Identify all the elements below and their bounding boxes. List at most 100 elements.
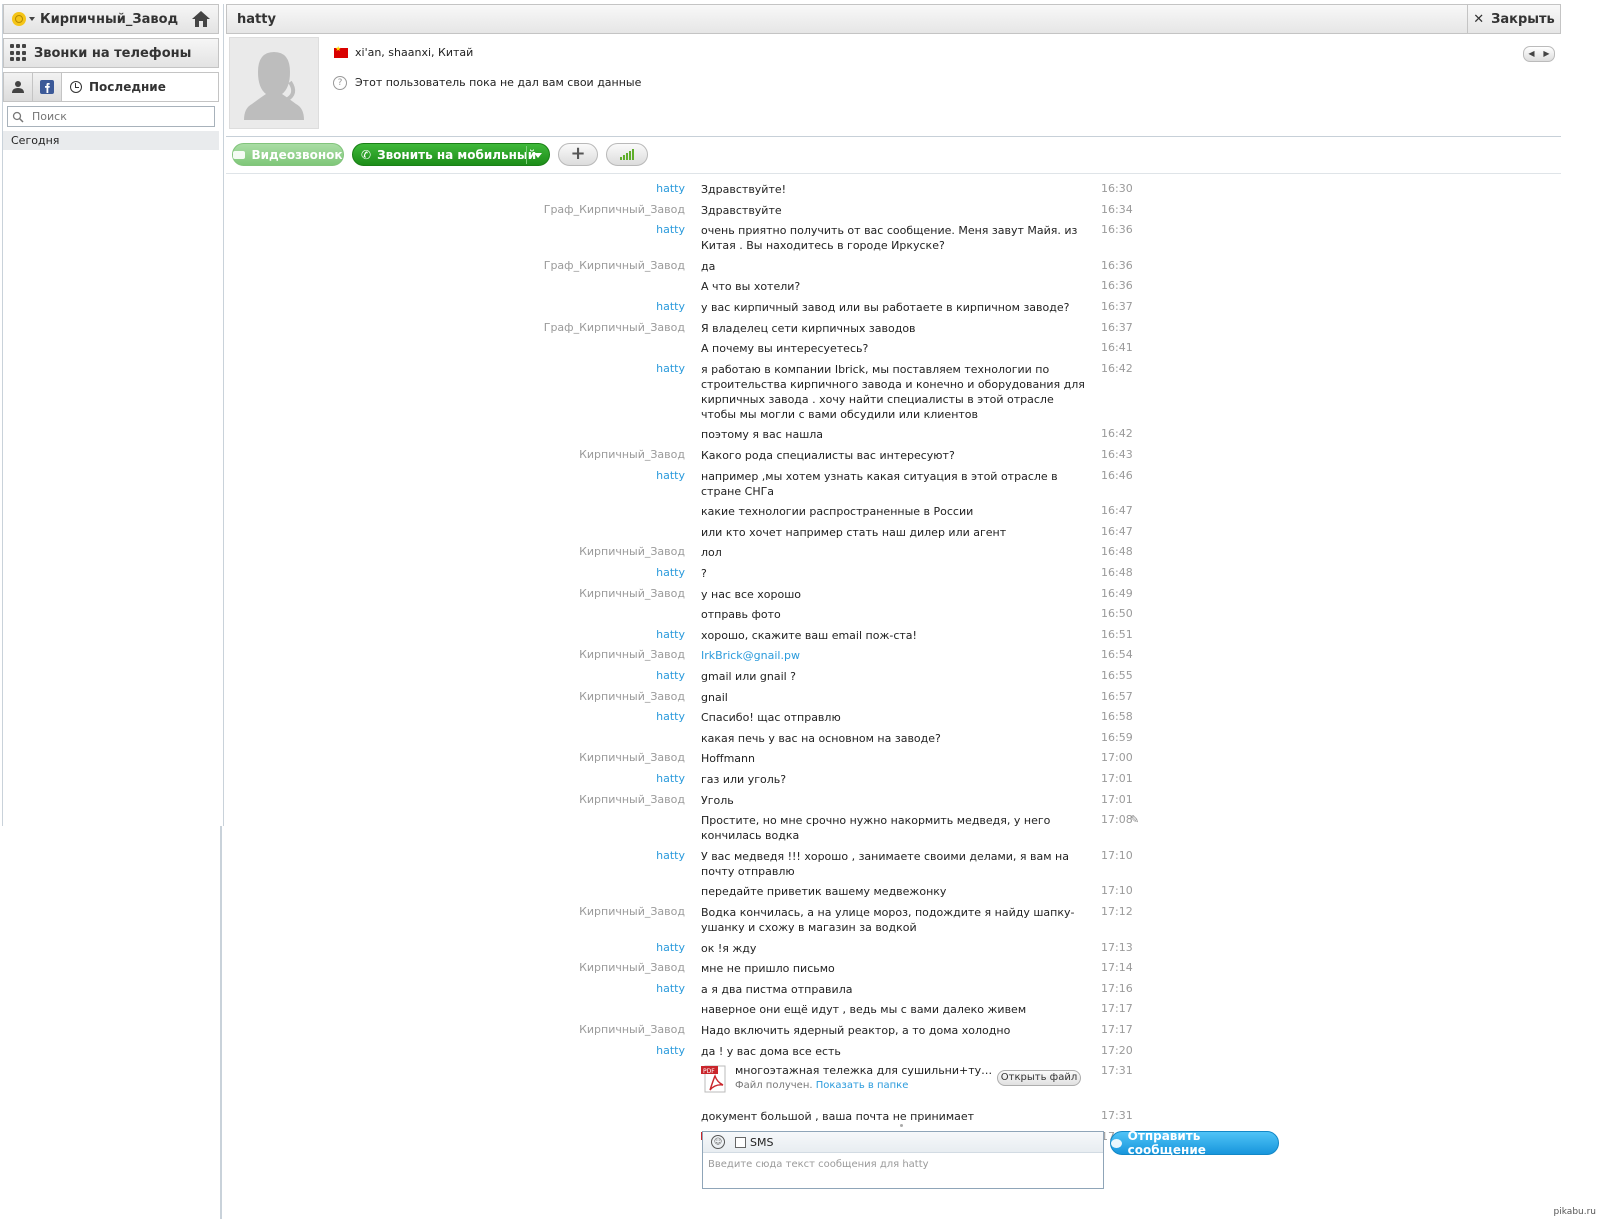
message-input[interactable]: Введите сюда текст сообщения для hatty	[703, 1153, 1103, 1176]
arrow-left-icon[interactable]: ◀	[1524, 47, 1539, 61]
message-text: Простите, но мне срочно нужно накормить …	[701, 814, 1051, 843]
emoticon-icon[interactable]: ☺	[711, 1135, 725, 1149]
message-sender[interactable]: Кирпичный_Завод	[485, 448, 685, 461]
composer-toolbar: ☺ SMS	[703, 1132, 1103, 1153]
message-text: IrkBrick@gnail.pw	[701, 648, 1086, 663]
show-in-folder-link[interactable]: Показать в папке	[816, 1080, 909, 1091]
message-sender[interactable]: hatty	[485, 669, 685, 682]
search-box	[7, 106, 215, 127]
message-sender[interactable]: hatty	[485, 469, 685, 482]
open-file-button[interactable]: Открыть файл	[997, 1070, 1081, 1087]
add-button[interactable]: +	[558, 143, 598, 166]
tab-contacts[interactable]	[4, 73, 33, 101]
message-time: 17:13	[1101, 940, 1133, 954]
message-sender[interactable]: Кирпичный_Завод	[485, 587, 685, 600]
message-text: Здравствуйте!	[701, 183, 787, 196]
call-quality-button[interactable]	[606, 143, 648, 166]
video-call-button[interactable]: Видеозвонок	[232, 143, 344, 166]
message-text: Спасибо! щас отправлю	[701, 711, 841, 725]
message-time: 16:46	[1101, 468, 1133, 482]
message-time: 17:16	[1101, 981, 1133, 995]
message-sender[interactable]: Кирпичный_Завод	[485, 648, 685, 661]
close-icon: ✕	[1473, 11, 1485, 27]
resize-handle-icon[interactable]	[900, 1124, 903, 1127]
edit-pencil-icon[interactable]: ✎	[1130, 813, 1139, 826]
message-time: 17:00	[1101, 751, 1133, 765]
message-sender[interactable]: hatty	[485, 300, 685, 313]
message-sender[interactable]: Кирпичный_Завод	[485, 1023, 685, 1036]
message-sender[interactable]: hatty	[485, 710, 685, 723]
message-time: 16:37	[1101, 300, 1133, 313]
clock-icon	[70, 81, 82, 93]
message-text: Надо включить ядерный реактор, а то дома…	[701, 1024, 1011, 1037]
message-text: ?	[701, 567, 707, 580]
message-sender[interactable]: hatty	[485, 566, 685, 579]
contact-name[interactable]: hatty	[237, 12, 276, 27]
send-message-button[interactable]: Отправить сообщение	[1110, 1129, 1279, 1157]
conversation-pane: hatty ✕ Закрыть xi'an, shaanxi, Китай ? …	[226, 4, 1562, 1219]
message-sender[interactable]: Кирпичный_Завод	[485, 793, 685, 806]
message-text: у вас кирпичный завод или вы работаете в…	[701, 301, 1070, 314]
conversation-header: hatty ✕ Закрыть	[226, 4, 1561, 34]
message-sender[interactable]: Граф_Кирпичный_Завод	[485, 259, 685, 272]
message-sender[interactable]: Граф_Кирпичный_Завод	[485, 321, 685, 334]
message-time: 17:17	[1101, 1002, 1133, 1016]
message-sender[interactable]: hatty	[485, 849, 685, 862]
tab-facebook[interactable]	[33, 73, 62, 101]
message-time: 16:34	[1101, 202, 1133, 216]
message-sender[interactable]: Граф_Кирпичный_Завод	[485, 203, 685, 216]
message-text: какие технологии распространенные в Росс…	[701, 505, 974, 519]
message-sender[interactable]: hatty	[485, 182, 685, 195]
email-link[interactable]: IrkBrick@gnail.pw	[701, 649, 800, 662]
message-time: 17:31	[1101, 1064, 1133, 1078]
close-button[interactable]: ✕ Закрыть	[1467, 5, 1560, 33]
message-text: например ,мы хотем узнать какая ситуация…	[701, 469, 1058, 498]
message-text: лол	[701, 546, 722, 560]
call-phones-button[interactable]: Звонки на телефоны	[3, 38, 219, 68]
facebook-icon	[40, 80, 54, 94]
account-username[interactable]: Кирпичный_Завод	[40, 12, 190, 27]
file-name[interactable]: многоэтажная тележка для сушильни+туннел…	[735, 1064, 997, 1077]
message-time: 17:08	[1101, 813, 1133, 827]
message-text: Уголь	[701, 793, 734, 807]
message-sender[interactable]: hatty	[485, 941, 685, 954]
profile-nav[interactable]: ◀ ▶	[1523, 46, 1555, 62]
message-time: 16:55	[1101, 669, 1133, 682]
call-toolbar: Видеозвонок ✆ Звонить на мобильный +	[226, 137, 1561, 174]
message-sender[interactable]: Кирпичный_Завод	[485, 690, 685, 703]
pdf-file-icon[interactable]: PDF	[701, 1064, 729, 1094]
message-text: или кто хочет например стать наш дилер и…	[701, 525, 1007, 539]
message-sender[interactable]: hatty	[485, 772, 685, 785]
message-sender[interactable]: hatty	[485, 628, 685, 641]
sidebar-divider	[220, 826, 222, 1219]
watermark: pikabu.ru	[1553, 1207, 1596, 1217]
call-mobile-button[interactable]: ✆ Звонить на мобильный	[352, 143, 550, 166]
message-sender[interactable]: hatty	[485, 223, 685, 236]
message-time: 16:51	[1101, 627, 1133, 641]
message-sender[interactable]: Кирпичный_Завод	[485, 905, 685, 918]
video-call-label: Видеозвонок	[251, 147, 343, 162]
message-sender[interactable]: Кирпичный_Завод	[485, 751, 685, 764]
message-text: мне не пришло письмо	[701, 962, 835, 976]
message-sender[interactable]: hatty	[485, 362, 685, 375]
arrow-right-icon[interactable]: ▶	[1539, 47, 1554, 61]
file-status-text: Файл получен.	[735, 1080, 813, 1092]
message-sender[interactable]: Кирпичный_Завод	[485, 961, 685, 974]
home-icon[interactable]	[190, 9, 212, 29]
message-time: 17:17	[1101, 1023, 1133, 1036]
message-text: Здравствуйте	[701, 203, 782, 217]
search-input[interactable]	[30, 109, 204, 124]
tab-recent[interactable]: Последние	[62, 73, 218, 101]
account-menu[interactable]: Кирпичный_Завод	[3, 4, 219, 34]
dropdown-arrow-icon[interactable]	[534, 153, 542, 158]
message-time: 16:43	[1101, 448, 1133, 461]
online-status-icon[interactable]	[12, 12, 26, 26]
person-icon	[12, 81, 24, 93]
message-sender[interactable]: hatty	[485, 982, 685, 995]
message-sender[interactable]: hatty	[485, 1044, 685, 1057]
sms-checkbox[interactable]	[735, 1136, 746, 1148]
message-sender[interactable]: Кирпичный_Завод	[485, 545, 685, 558]
message-text: ок !я жду	[701, 941, 757, 955]
dialpad-icon	[10, 44, 28, 62]
avatar[interactable]	[229, 37, 319, 129]
